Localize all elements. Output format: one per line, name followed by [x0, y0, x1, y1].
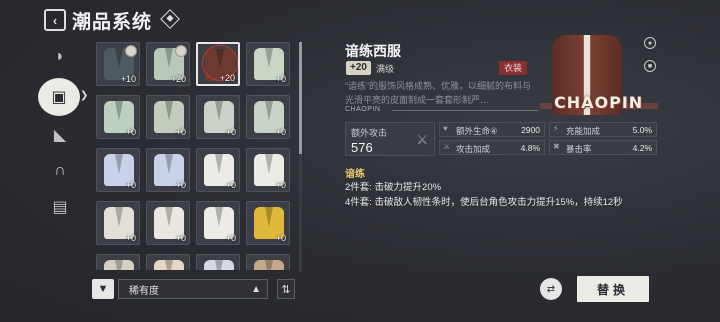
item-description: “谙练”的服饰风格成熟、优雅，以细腻的布料与光滑平亮的皮面制成一套套形制严…: [345, 81, 531, 105]
discard-button[interactable]: ■: [644, 60, 656, 72]
crit-icon: ✖: [553, 142, 560, 151]
item-level: +0: [125, 127, 136, 137]
grid-item[interactable]: +0: [96, 95, 140, 139]
grid-item[interactable]: +10: [96, 42, 140, 86]
grid-item[interactable]: +0: [96, 201, 140, 245]
set-name: 谙练: [345, 169, 365, 180]
grid-item[interactable]: +0: [246, 201, 290, 245]
item-name: 谙练西服: [345, 44, 401, 60]
caret-up-icon: ▲: [251, 284, 261, 295]
divider: [392, 110, 538, 111]
set-effect-4: 4件套: 击破敌人韧性条时，使后台角色攻击力提升15%，持续12秒: [345, 197, 623, 208]
item-level: +0: [175, 180, 186, 190]
category-tag: 衣装: [499, 61, 528, 75]
grid-item[interactable]: +0: [96, 148, 140, 192]
page-title: 潮品系统: [72, 11, 153, 33]
equipped-avatar-icon: [175, 45, 187, 57]
filter-button[interactable]: ▼: [92, 279, 114, 299]
filter-icon: ▼: [97, 283, 109, 295]
item-level: +10: [120, 74, 136, 84]
diamond-icon: [160, 9, 180, 29]
grid-item[interactable]: +0: [246, 148, 290, 192]
grid-item[interactable]: +0: [146, 201, 190, 245]
item-level: +0: [275, 74, 286, 84]
category-rail: ◗ ▣ ◣ ∩ ▤: [38, 40, 84, 240]
jacket-image: [204, 260, 234, 270]
grid-item[interactable]: +0: [246, 42, 290, 86]
energy-icon: ⚡: [553, 124, 559, 133]
item-portrait: CHAOPIN: [540, 33, 658, 119]
grid-item[interactable]: +20: [146, 42, 190, 86]
shoe-icon[interactable]: ◣: [44, 120, 76, 150]
level-badge: +20: [346, 61, 371, 75]
item-level: +20: [170, 74, 186, 84]
item-level: +0: [275, 233, 286, 243]
sub-stats: ♥ 额外生命④ 2900 ⚡ 充能加成 5.0% ⚔ 攻击加成 4.8% ✖ 暴…: [439, 122, 657, 156]
sort-dropdown[interactable]: 稀有度 ▲: [118, 279, 268, 299]
trash-icon: ■: [647, 62, 653, 70]
sort-order-icon: ⇅: [281, 283, 291, 296]
equipped-avatar-icon: [125, 45, 137, 57]
grid-item[interactable]: +20: [196, 42, 240, 86]
series-label: CHAOPIN: [345, 106, 381, 113]
bag-icon[interactable]: ▤: [44, 192, 76, 222]
item-level: +0: [275, 127, 286, 137]
main-stat-value: 576: [351, 140, 373, 155]
heart-icon: ♥: [443, 124, 448, 133]
item-level: +0: [275, 180, 286, 190]
item-level: +0: [175, 127, 186, 137]
grid-item[interactable]: +0: [196, 95, 240, 139]
jacket-image: [254, 260, 284, 270]
brand-logo: CHAOPIN: [554, 93, 644, 112]
sword-icon: ⚔: [443, 142, 451, 151]
item-level: +0: [225, 233, 236, 243]
jacket-image: [104, 260, 134, 270]
main-stat: 额外攻击 576 ⚔: [345, 122, 435, 156]
back-button[interactable]: ‹: [44, 9, 66, 31]
item-level: +0: [125, 180, 136, 190]
compare-icon: ⇄: [546, 283, 556, 295]
background-watermark: [390, 150, 690, 290]
jacket-icon[interactable]: ▣: [38, 78, 80, 116]
sword-icon: ⚔: [416, 132, 428, 147]
sub-stat: ⚡ 充能加成 5.0%: [549, 122, 657, 137]
lock-icon: ●: [647, 39, 653, 47]
back-arrow-icon: ‹: [52, 12, 58, 28]
sort-label: 稀有度: [129, 285, 159, 297]
chevron-right-icon: ❯: [80, 90, 89, 101]
grid-item[interactable]: [146, 254, 190, 270]
grid-item[interactable]: +0: [146, 95, 190, 139]
header: ‹ 潮品系统: [0, 0, 720, 36]
item-level: +20: [219, 73, 235, 83]
grid-item[interactable]: [246, 254, 290, 270]
item-level: +0: [225, 127, 236, 137]
headphones-icon[interactable]: ∩: [44, 156, 76, 186]
compare-button[interactable]: ⇄: [540, 278, 562, 300]
replace-button[interactable]: 替换: [577, 276, 649, 302]
level-text: 满级: [376, 64, 395, 74]
jacket-image: [154, 260, 184, 270]
scrollbar-thumb[interactable]: [299, 42, 302, 154]
item-level: +0: [175, 233, 186, 243]
grid-item[interactable]: +0: [146, 148, 190, 192]
sub-stat: ♥ 额外生命④ 2900: [439, 122, 545, 137]
grid-item[interactable]: [196, 254, 240, 270]
grid-item[interactable]: +0: [196, 201, 240, 245]
item-grid: +10 +20 +20 +0 +0 +0 +0 +0 +0 +0 +0 +0 +0 +0 +0 +0: [94, 40, 294, 270]
grid-item[interactable]: +0: [196, 148, 240, 192]
set-effect-2: 2件套: 击破力提升20%: [345, 182, 442, 193]
sub-stat: ⚔ 攻击加成 4.8%: [439, 140, 545, 155]
sort-order-button[interactable]: ⇅: [277, 279, 295, 299]
main-stat-label: 额外攻击: [351, 128, 388, 138]
grid-item[interactable]: [96, 254, 140, 270]
item-level: +0: [225, 180, 236, 190]
item-level: +0: [125, 233, 136, 243]
grid-item[interactable]: +0: [246, 95, 290, 139]
sub-stat: ✖ 暴击率 4.2%: [549, 140, 657, 155]
lock-button[interactable]: ●: [644, 37, 656, 49]
cap-icon[interactable]: ◗: [44, 42, 76, 72]
